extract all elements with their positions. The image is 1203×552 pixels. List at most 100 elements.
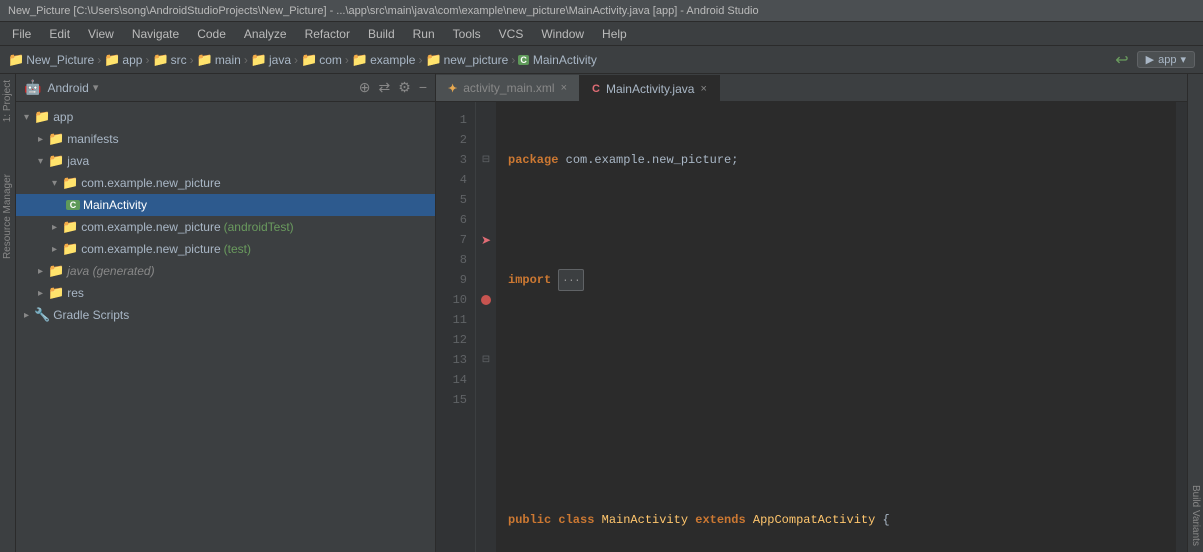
menu-edit[interactable]: Edit [41,25,78,43]
menu-file[interactable]: File [4,25,39,43]
tab-mainactivity-java[interactable]: C MainActivity.java × [580,75,720,101]
menu-vcs[interactable]: VCS [491,25,532,43]
main-layout: 1: Project Resource Manager 🤖 Android ▾ … [0,74,1203,552]
run-config-selector[interactable]: ▶ app ▾ [1137,51,1195,68]
package-folder-icon: 📁 [62,175,78,191]
tab-close-java[interactable]: × [700,83,706,95]
breadcrumb-newpicture[interactable]: 📁 new_picture [425,52,508,68]
breadcrumb-java-label: java [269,53,291,67]
java-tree-folder-icon: 📁 [48,153,64,169]
project-panel: 🤖 Android ▾ ⊕ ⇄ ⚙ − ▾ 📁 app ▸ 📁 [16,74,436,552]
tree-item-gradle[interactable]: ▸ 🔧 Gradle Scripts [16,304,435,326]
panel-title-text: Android [47,81,88,95]
androidtest-suffix: (androidTest) [224,220,294,234]
tab-activity-main-xml[interactable]: ✦ activity_main.xml × [436,75,580,101]
panel-title: Android ▾ [47,81,98,95]
panel-header: 🤖 Android ▾ ⊕ ⇄ ⚙ − [16,74,435,102]
mainactivity-class-icon: C [518,55,529,65]
breadcrumb-mainactivity[interactable]: C MainActivity [518,53,597,67]
gutter-10[interactable] [476,290,496,310]
panel-action-locate[interactable]: ⊕ [359,79,371,96]
breadcrumb-app[interactable]: 📁 app [104,52,142,68]
resource-manager-strip-label[interactable]: Resource Manager [0,168,15,265]
chevron-app: ▾ [24,112,29,123]
chevron-res: ▸ [38,288,43,299]
panel-action-minimize[interactable]: − [419,79,427,96]
menu-run[interactable]: Run [405,25,443,43]
title-text: New_Picture [C:\Users\song\AndroidStudio… [8,5,759,17]
panel-action-sync[interactable]: ⇄ [379,79,391,96]
right-scroll-strip[interactable] [1175,102,1187,552]
menu-refactor[interactable]: Refactor [297,25,358,43]
chevron-java-gen: ▸ [38,266,43,277]
chevron-manifests: ▸ [38,134,43,145]
android-icon: 🤖 [24,79,41,96]
navigate-back-icon[interactable]: ↩ [1115,50,1128,70]
tree-item-java[interactable]: ▾ 📁 java [16,150,435,172]
xml-tab-icon: ✦ [448,82,457,95]
menu-window[interactable]: Window [533,25,592,43]
tree-item-app[interactable]: ▾ 📁 app [16,106,435,128]
breadcrumb-example[interactable]: 📁 example [352,52,416,68]
gutter-2 [476,130,496,150]
tree-item-java-generated[interactable]: ▸ 📁 java (generated) [16,260,435,282]
java-folder-icon: 📁 [251,52,267,68]
breadcrumb-java[interactable]: 📁 java [251,52,291,68]
menu-tools[interactable]: Tools [445,25,489,43]
arrow-icon-7: ➤ [481,230,491,250]
menu-bar: File Edit View Navigate Code Analyze Ref… [0,22,1203,46]
menu-navigate[interactable]: Navigate [124,25,187,43]
menu-build[interactable]: Build [360,25,403,43]
example-folder-icon: 📁 [352,52,368,68]
import-fold[interactable]: ... [558,269,584,291]
code-line-6 [508,450,1175,470]
tree-item-res[interactable]: ▸ 📁 res [16,282,435,304]
tree-item-androidtest[interactable]: ▸ 📁 com.example.new_picture (androidTest… [16,216,435,238]
panel-action-settings[interactable]: ⚙ [398,79,411,96]
breadcrumb-main-label: main [215,53,241,67]
menu-help[interactable]: Help [594,25,635,43]
tab-close-xml[interactable]: × [561,82,567,94]
tree-item-manifests[interactable]: ▸ 📁 manifests [16,128,435,150]
tab-label-mainactivity-java: MainActivity.java [606,82,694,96]
fold-icon-13[interactable]: ⊟ [482,350,490,370]
breadcrumb-project-label: New_Picture [26,53,94,67]
tree-item-package[interactable]: ▾ 📁 com.example.new_picture [16,172,435,194]
chevron-package: ▾ [52,178,57,189]
tree-item-mainactivity[interactable]: C MainActivity [16,194,435,216]
editor-area: ✦ activity_main.xml × C MainActivity.jav… [436,74,1187,552]
code-line-1: package com.example.new_picture; [508,150,1175,170]
gutter: ⊟ ➤ ⊟ [476,102,496,552]
tree-item-test[interactable]: ▸ 📁 com.example.new_picture (test) [16,238,435,260]
tab-label-activity-main-xml: activity_main.xml [463,81,554,95]
breadcrumb-com[interactable]: 📁 com [301,52,342,68]
line-numbers: 1 2 3 4 5 6 7 8 9 10 11 12 13 14 15 [436,102,476,552]
com-folder-icon: 📁 [301,52,317,68]
breadcrumb-src[interactable]: 📁 src [152,52,186,68]
title-bar: New_Picture [C:\Users\song\AndroidStudio… [0,0,1203,22]
gutter-12 [476,330,496,350]
debug-dot-10[interactable] [481,295,491,305]
gutter-7[interactable]: ➤ [476,230,496,250]
chevron-gradle: ▸ [24,310,29,321]
fold-icon-3[interactable]: ⊟ [482,150,490,170]
menu-view[interactable]: View [80,25,122,43]
project-strip-label[interactable]: 1: Project [0,74,15,128]
panel-dropdown-arrow[interactable]: ▾ [93,81,99,94]
breadcrumb-project[interactable]: 📁 New_Picture [8,52,94,68]
menu-code[interactable]: Code [189,25,234,43]
tree-label-java: java [67,154,89,168]
tree-label-res: res [67,286,84,300]
gradle-icon: 🔧 [34,307,50,323]
chevron-test: ▸ [52,244,57,255]
breadcrumb-main[interactable]: 📁 main [197,52,241,68]
menu-analyze[interactable]: Analyze [236,25,295,43]
run-config-label: app [1158,54,1176,66]
src-folder-icon: 📁 [152,52,168,68]
gutter-11 [476,310,496,330]
code-content[interactable]: package com.example.new_picture; import … [496,102,1175,552]
gutter-3[interactable]: ⊟ [476,150,496,170]
test-folder-icon: 📁 [62,241,78,257]
gutter-13[interactable]: ⊟ [476,350,496,370]
build-variants-strip-label[interactable]: Build Variants [1188,479,1203,552]
